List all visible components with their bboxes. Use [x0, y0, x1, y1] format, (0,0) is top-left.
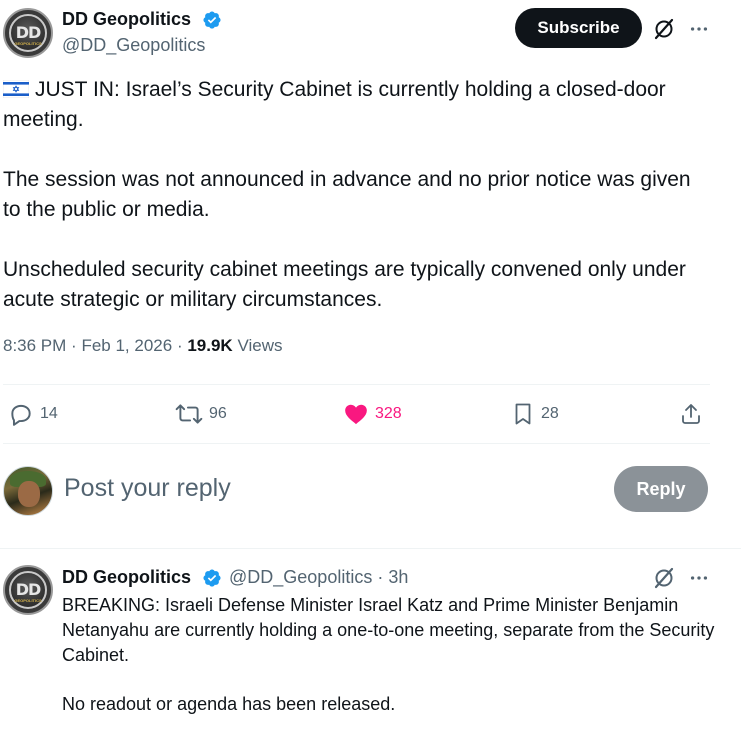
reply-author-avatar[interactable]: DD GEOPOLITICS — [3, 565, 53, 615]
reply-age[interactable]: 3h — [388, 567, 408, 587]
subscribe-button[interactable]: Subscribe — [515, 8, 642, 48]
avatar-subtext: GEOPOLITICS — [14, 597, 42, 603]
reply-author-handle[interactable]: @DD_Geopolitics — [229, 567, 372, 587]
tweet-meta: 8:36 PM · Feb 1, 2026 · 19.9K Views — [3, 336, 283, 356]
reply-submit-button[interactable]: Reply — [614, 466, 708, 512]
grok-slash-icon — [654, 567, 674, 589]
more-icon — [690, 27, 708, 31]
avatar-subtext: GEOPOLITICS — [14, 40, 42, 46]
divider-bottom — [3, 443, 710, 444]
reply-meta-separator: · — [377, 567, 384, 587]
reply-paragraph-2: No readout or agenda has been released. — [62, 694, 396, 714]
repost-button[interactable]: 96 — [175, 398, 227, 430]
israel-flag-icon — [3, 80, 29, 98]
avatar-letters: DD — [15, 579, 42, 599]
meta-separator: · — [71, 336, 77, 355]
repost-count: 96 — [209, 405, 227, 422]
more-button[interactable] — [686, 16, 712, 42]
tweet-time[interactable]: 8:36 PM — [3, 336, 66, 355]
views-label: Views — [237, 336, 283, 355]
grok-button[interactable] — [651, 16, 677, 42]
reply-grok-button[interactable] — [651, 565, 677, 591]
reply-input[interactable]: Post your reply — [64, 474, 231, 503]
share-button[interactable] — [679, 398, 709, 430]
divider-section — [0, 548, 741, 549]
like-count: 328 — [375, 405, 402, 422]
divider-top — [3, 384, 710, 385]
tweet-paragraph-3: Unscheduled security cabinet meetings ar… — [3, 258, 686, 311]
share-icon — [682, 404, 700, 424]
author-name[interactable]: DD Geopolitics — [62, 9, 191, 30]
bookmark-button[interactable]: 28 — [511, 398, 559, 430]
bookmark-count: 28 — [541, 405, 559, 422]
repost-icon — [175, 404, 203, 424]
tweet-header: DD GEOPOLITICS DD Geopolitics @DD_Geopol… — [0, 0, 741, 70]
meta-separator: · — [176, 336, 183, 355]
tweet-paragraph-2: The session was not announced in advance… — [3, 168, 691, 221]
views-count: 19.9K — [187, 336, 233, 355]
tweet-date[interactable]: Feb 1, 2026 — [81, 336, 172, 355]
avatar-letters: DD — [15, 22, 42, 42]
grok-slash-icon — [654, 18, 674, 40]
reply-more-button[interactable] — [686, 565, 712, 591]
reply-author-name[interactable]: DD Geopolitics — [62, 567, 191, 588]
like-button[interactable]: 328 — [343, 398, 402, 430]
author-handle[interactable]: @DD_Geopolitics — [62, 35, 205, 56]
verified-badge-icon — [203, 569, 221, 587]
heart-icon — [345, 404, 367, 425]
tweet-paragraph-1-text: JUST IN: Israel’s Security Cabinet is cu… — [3, 78, 666, 131]
bookmark-icon — [515, 403, 531, 425]
current-user-avatar[interactable] — [3, 466, 53, 516]
reply-button[interactable]: 14 — [8, 398, 58, 430]
verified-badge-icon — [203, 11, 221, 29]
tweet-paragraph-1: JUST IN: Israel’s Security Cabinet is cu… — [3, 75, 723, 135]
reply-icon — [11, 404, 31, 426]
reply-paragraph-1: BREAKING: Israeli Defense Minister Israe… — [62, 595, 715, 665]
reply-author-meta: @DD_Geopolitics · 3h — [229, 567, 408, 588]
reply-count: 14 — [40, 405, 58, 422]
author-avatar[interactable]: DD GEOPOLITICS — [3, 8, 53, 58]
more-icon — [690, 576, 708, 580]
